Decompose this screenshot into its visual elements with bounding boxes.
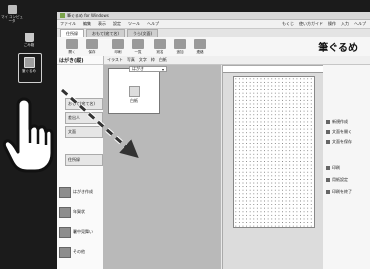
pointing-hand-icon bbox=[2, 97, 54, 173]
dashed-arrow-annotation bbox=[60, 88, 139, 158]
